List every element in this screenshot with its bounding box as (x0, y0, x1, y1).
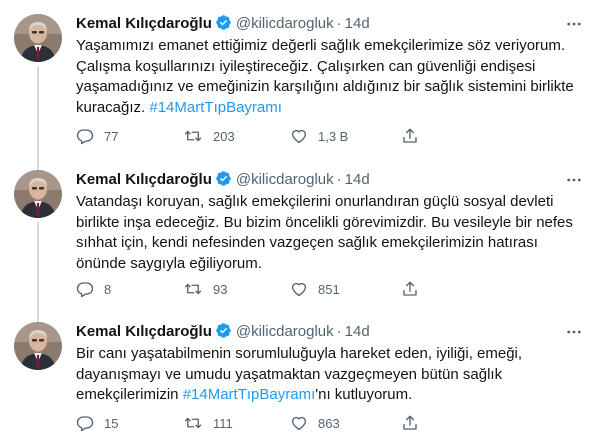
thread-line (37, 308, 39, 322)
tweet-text: Yaşamımızı emanet ettiğimiz değerli sağl… (76, 36, 576, 118)
tweet-text: Vatandaşı koruyan, sağlık emekçilerini o… (76, 192, 576, 274)
tweet-text-main: Vatandaşı koruyan, sağlık emekçilerini o… (76, 193, 573, 272)
tweet-header: Kemal Kılıçdaroğlu @kilicdarogluk · 14d (76, 170, 370, 190)
retweet-count: 93 (213, 281, 228, 297)
retweet-count: 111 (213, 415, 233, 431)
tweet-text-after: 'nı kutluyorum. (315, 386, 413, 404)
separator-dot: · (336, 15, 342, 32)
tweet[interactable]: Kemal Kılıçdaroğlu @kilicdarogluk · 14d Yaş… (0, 0, 600, 156)
tweet[interactable]: Kemal Kılıçdaroğlu @kilicdarogluk · 14d Bir… (0, 308, 600, 444)
like-count: 863 (318, 415, 340, 431)
share-button[interactable] (401, 279, 429, 299)
more-options-icon[interactable] (562, 320, 586, 344)
retweet-icon (184, 130, 202, 142)
tweet-actions: 8 93 851 (76, 279, 516, 299)
heart-icon (291, 416, 307, 431)
share-button[interactable] (401, 126, 429, 146)
reply-icon (76, 129, 94, 145)
reply-count: 15 (104, 415, 119, 431)
reply-count: 8 (104, 281, 112, 297)
reply-icon (76, 416, 94, 432)
verified-badge-icon (215, 14, 232, 37)
share-icon (403, 415, 417, 430)
author-name[interactable]: Kemal Kılıçdaroğlu (76, 171, 212, 188)
retweet-icon (184, 283, 202, 295)
retweet-count: 203 (213, 128, 235, 144)
tweet-time[interactable]: 14d (345, 171, 370, 188)
like-count: 1,3 B (318, 128, 349, 144)
author-handle[interactable]: @kilicdarogluk (236, 323, 334, 340)
tweet-time[interactable]: 14d (345, 323, 370, 340)
more-options-icon[interactable] (562, 168, 586, 192)
separator-dot: · (336, 171, 342, 188)
like-button[interactable]: 1,3 B (290, 126, 348, 146)
hashtag-link[interactable]: #14MartTıpBayramı (183, 386, 316, 403)
author-handle[interactable]: @kilicdarogluk (236, 171, 334, 188)
like-button[interactable]: 863 (290, 413, 340, 433)
retweet-icon (184, 417, 202, 429)
tweet-actions: 15 111 863 (76, 413, 516, 433)
tweet-time[interactable]: 14d (345, 15, 370, 32)
verified-badge-icon (215, 322, 232, 345)
avatar[interactable] (14, 322, 62, 370)
heart-icon (291, 282, 307, 297)
share-button[interactable] (401, 413, 429, 433)
like-button[interactable]: 851 (290, 279, 340, 299)
tweet-header: Kemal Kılıçdaroğlu @kilicdarogluk · 14d (76, 14, 370, 34)
avatar[interactable] (14, 170, 62, 218)
thread-line (37, 222, 39, 308)
reply-button[interactable]: 15 (76, 413, 118, 433)
tweet-text: Bir canı yaşatabilmenin sorumluluğuyla h… (76, 344, 576, 406)
share-icon (403, 281, 417, 296)
retweet-button[interactable]: 111 (183, 413, 233, 433)
author-name[interactable]: Kemal Kılıçdaroğlu (76, 15, 212, 32)
reply-count: 77 (104, 128, 119, 144)
avatar[interactable] (14, 14, 62, 62)
reply-button[interactable]: 8 (76, 279, 111, 299)
reply-icon (76, 282, 94, 298)
thread-line (37, 66, 39, 156)
retweet-button[interactable]: 203 (183, 126, 235, 146)
more-options-icon[interactable] (562, 12, 586, 36)
tweet-header: Kemal Kılıçdaroğlu @kilicdarogluk · 14d (76, 322, 370, 342)
share-icon (403, 128, 417, 143)
reply-button[interactable]: 77 (76, 126, 118, 146)
heart-icon (291, 129, 307, 144)
like-count: 851 (318, 281, 340, 297)
retweet-button[interactable]: 93 (183, 279, 227, 299)
tweet-actions: 77 203 1,3 B (76, 126, 516, 146)
verified-badge-icon (215, 170, 232, 193)
thread-line (37, 156, 39, 170)
separator-dot: · (336, 323, 342, 340)
hashtag-link[interactable]: #14MartTıpBayramı (149, 99, 282, 116)
author-name[interactable]: Kemal Kılıçdaroğlu (76, 323, 212, 340)
tweet[interactable]: Kemal Kılıçdaroğlu @kilicdarogluk · 14d Vat… (0, 156, 600, 308)
author-handle[interactable]: @kilicdarogluk (236, 15, 334, 32)
